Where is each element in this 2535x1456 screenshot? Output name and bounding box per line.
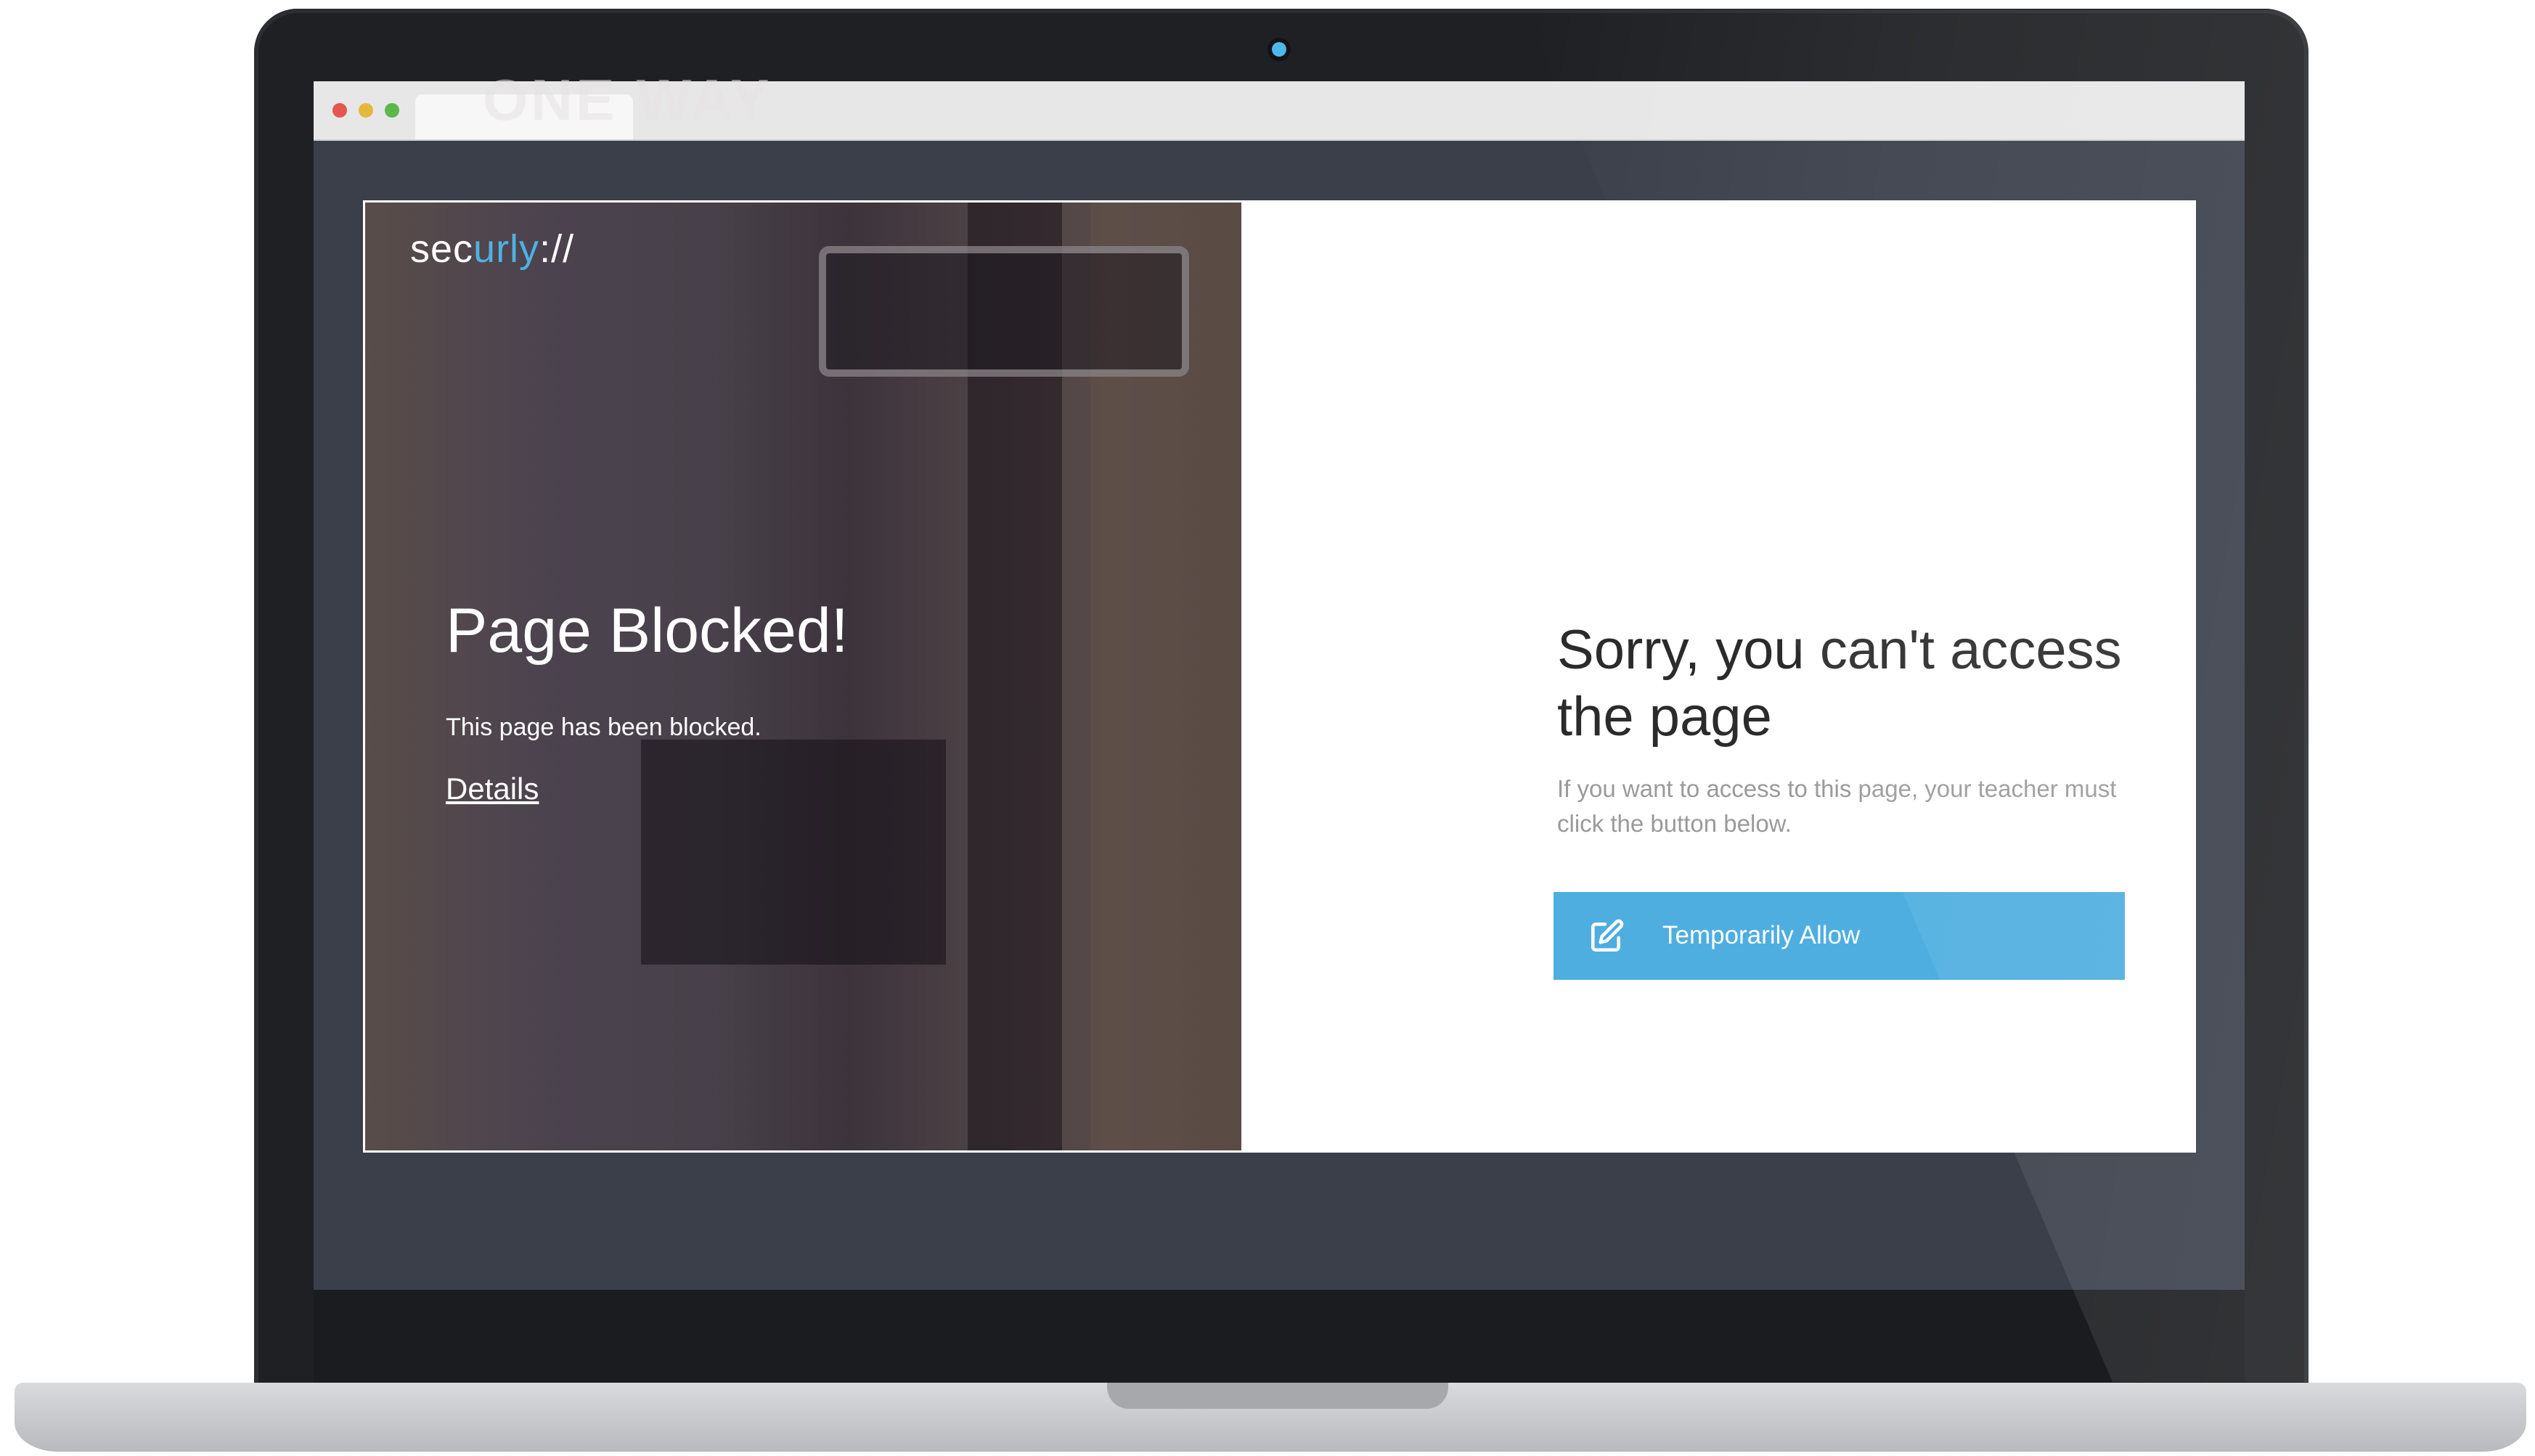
background-photo-signal [641, 740, 946, 965]
background-sign-text: ONE WAY [483, 68, 772, 132]
laptop-base-notch [1107, 1383, 1448, 1409]
securly-logo: securly:// [410, 226, 574, 271]
webcam [1272, 42, 1286, 57]
edit-icon [1591, 919, 1624, 952]
logo-prefix: sec [410, 227, 474, 271]
temporarily-allow-label: Temporarily Allow [1662, 921, 1861, 949]
logo-suffix: :// [539, 227, 575, 271]
access-denied-description: If you want to access to this page, your… [1557, 775, 2117, 837]
minimize-window-dot[interactable] [359, 103, 373, 118]
close-window-dot[interactable] [332, 103, 347, 118]
maximize-window-dot[interactable] [385, 103, 399, 118]
temporarily-allow-button[interactable]: Temporarily Allow [1554, 892, 2125, 980]
details-link[interactable]: Details [446, 772, 539, 806]
blocked-hero-panel [365, 203, 1241, 1150]
page-blocked-title: Page Blocked! [446, 596, 849, 666]
laptop-bottom-bezel [314, 1290, 2245, 1384]
page-blocked-description: This page has been blocked. [446, 713, 762, 741]
logo-accent: urly [473, 227, 540, 271]
background-photo-sign [819, 246, 1189, 377]
access-denied-title: Sorry, you can't access the page [1557, 619, 2122, 748]
